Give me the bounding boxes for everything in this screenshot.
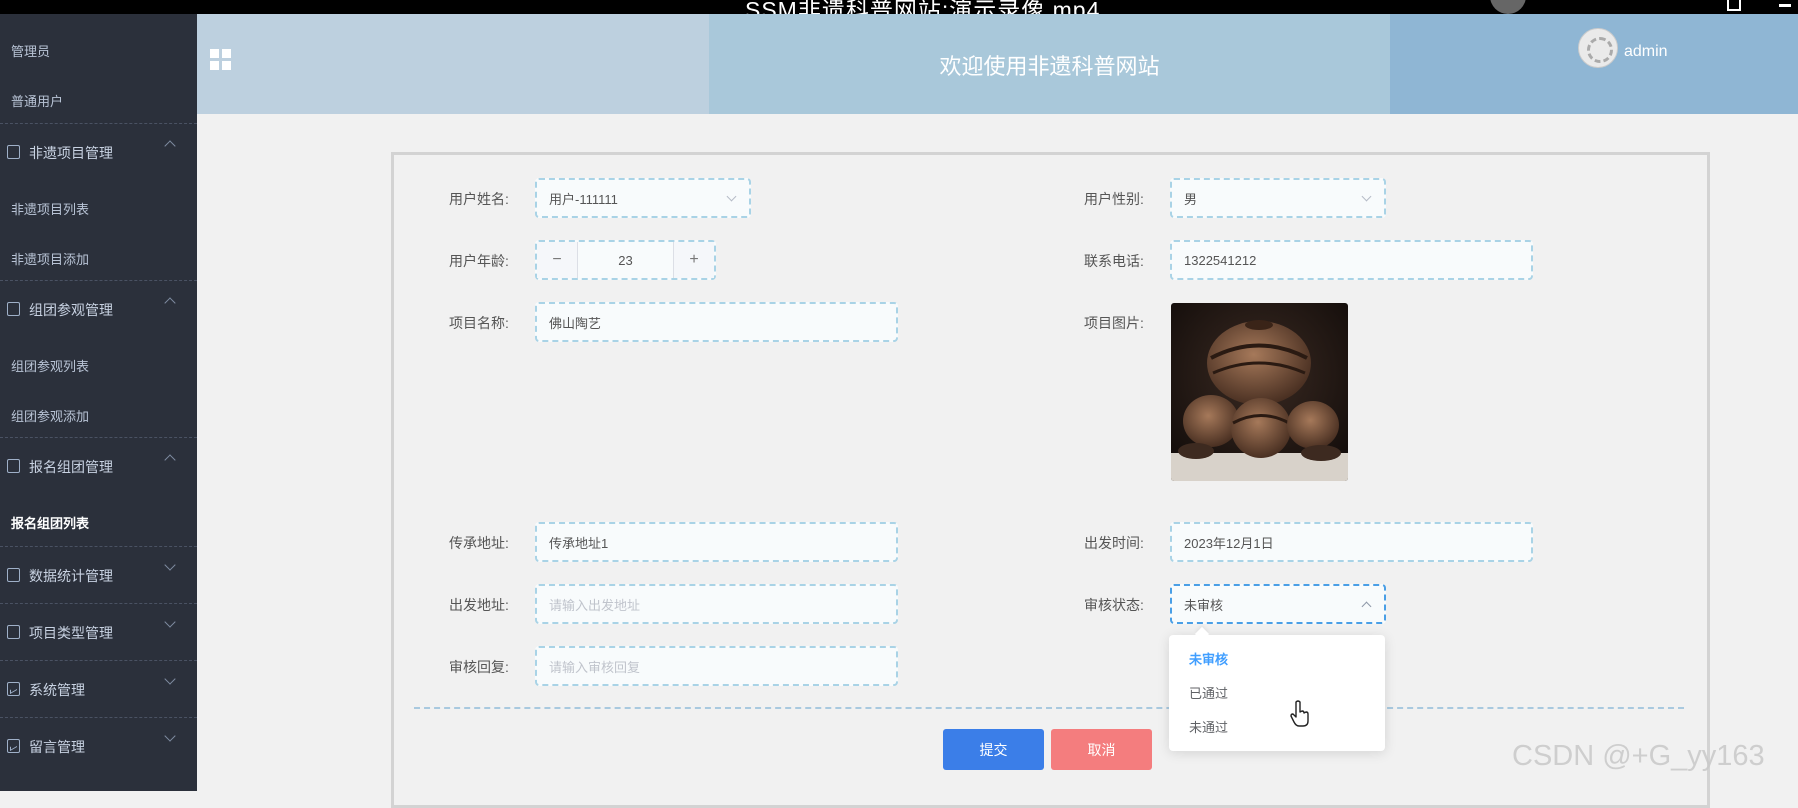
user-name-label: 用户姓名: [449,191,509,207]
chevron-down-icon [164,730,176,742]
sidebar-group-label: 系统管理 [29,682,85,698]
welcome-title: 欢迎使用非遗科普网站 [939,54,1160,79]
sidebar: 管理员 普通用户 非遗项目管理 非遗项目列表 非遗项目添加 组团参观管理 组团参… [0,14,197,791]
sidebar-group-signup[interactable]: 报名组团管理 [0,437,197,494]
chevron-down-icon [164,616,176,628]
watermark: CSDN @+G_yy163 [1512,740,1765,772]
user-age-stepper: − 23 + [535,240,716,280]
chevron-down-icon [164,559,176,571]
doc-icon [7,568,20,582]
fullscreen-icon[interactable] [1727,0,1741,11]
sidebar-group-label: 组团参观管理 [29,302,113,318]
departure-time-field[interactable]: 2023年12月1日 [1170,522,1533,562]
increment-button[interactable]: + [673,242,714,278]
heritage-address-field[interactable]: 传承地址1 [535,522,898,562]
username[interactable]: admin [1624,43,1668,61]
sidebar-group-heritage[interactable]: 非遗项目管理 [0,123,197,180]
option-approved[interactable]: 已通过 [1189,683,1228,702]
review-reply-label: 审核回复: [449,659,509,675]
sidebar-item-heritage-list[interactable]: 非遗项目列表 [11,199,89,218]
form-divider [414,707,1684,709]
doc-icon [7,302,20,316]
option-pending[interactable]: 未审核 [1189,649,1228,668]
video-title-bar: SSM非遗科普网站:演示录像.mp4 [0,0,1798,14]
heritage-address-label: 传承地址: [449,535,509,551]
option-rejected[interactable]: 未通过 [1189,717,1228,736]
user-age-value[interactable]: 23 [578,242,673,278]
menu-toggle-icon[interactable] [210,49,232,71]
submit-button[interactable]: 提交 [943,729,1044,770]
sidebar-group-label: 项目类型管理 [29,625,113,641]
sidebar-item-tour-add[interactable]: 组团参观添加 [11,406,89,425]
sidebar-item-normal-user[interactable]: 普通用户 [11,91,63,110]
review-reply-field[interactable]: 请输入审核回复 [535,646,898,686]
sidebar-group-system[interactable]: 系统管理 [0,660,197,717]
edit-form-panel: 用户姓名: 用户-111111 用户性别: 男 用户年龄: − 23 + 联系电… [391,152,1710,808]
chart-icon [7,739,20,753]
chevron-up-icon [164,140,176,152]
project-name-field[interactable]: 佛山陶艺 [535,302,898,342]
minimize-icon[interactable] [1779,4,1791,7]
chevron-up-icon [1361,601,1372,612]
user-age-label: 用户年龄: [449,253,509,269]
chevron-down-icon [164,673,176,685]
sidebar-group-label: 非遗项目管理 [29,145,113,161]
review-status-label: 审核状态: [1084,597,1144,613]
chevron-down-icon [726,191,737,202]
doc-icon [7,459,20,473]
project-name-label: 项目名称: [449,315,509,331]
video-title: SSM非遗科普网站:演示录像.mp4 [745,0,1101,14]
user-gender-value: 男 [1184,191,1198,207]
chart-icon [7,682,20,696]
user-name-value: 用户-111111 [549,191,618,207]
sidebar-group-label: 留言管理 [29,739,85,755]
project-image-label: 项目图片: [1084,315,1144,331]
top-header: 欢迎使用非遗科普网站 admin [197,14,1798,114]
player-control-icon [1490,0,1526,14]
chevron-up-icon [164,297,176,309]
departure-address-field[interactable]: 请输入出发地址 [535,584,898,624]
user-gender-label: 用户性别: [1084,191,1144,207]
phone-field[interactable]: 1322541212 [1170,240,1533,280]
cancel-button[interactable]: 取消 [1051,729,1152,770]
sidebar-group-label: 数据统计管理 [29,568,113,584]
sidebar-item-admin[interactable]: 管理员 [11,41,50,60]
chevron-up-icon [164,454,176,466]
sidebar-group-messages[interactable]: 留言管理 [0,717,197,774]
sidebar-group-tour[interactable]: 组团参观管理 [0,280,197,337]
project-image[interactable] [1171,303,1348,481]
user-gender-select[interactable]: 男 [1170,178,1386,218]
chevron-down-icon [1361,191,1372,202]
departure-address-label: 出发地址: [449,597,509,613]
sidebar-group-stats[interactable]: 数据统计管理 [0,546,197,603]
review-status-select[interactable]: 未审核 [1170,584,1386,624]
sidebar-group-label: 报名组团管理 [29,459,113,475]
departure-time-label: 出发时间: [1084,535,1144,551]
avatar[interactable] [1578,28,1618,68]
user-name-select[interactable]: 用户-111111 [535,178,751,218]
decrement-button[interactable]: − [537,242,578,278]
phone-label: 联系电话: [1084,253,1144,269]
doc-icon [7,145,20,159]
sidebar-item-signup-list[interactable]: 报名组团列表 [11,513,89,532]
review-status-value: 未审核 [1184,597,1224,613]
sidebar-item-tour-list[interactable]: 组团参观列表 [11,356,89,375]
doc-icon [7,625,20,639]
review-status-dropdown: 未审核 已通过 未通过 [1169,635,1385,751]
sidebar-item-heritage-add[interactable]: 非遗项目添加 [11,249,89,268]
sidebar-group-project-type[interactable]: 项目类型管理 [0,603,197,660]
hand-cursor-icon [1290,700,1309,727]
